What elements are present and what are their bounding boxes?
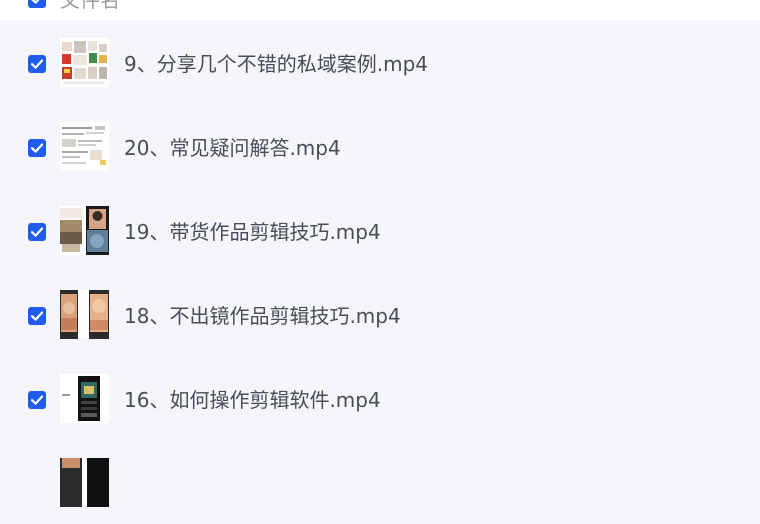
video-thumbnail-icon[interactable]: [60, 122, 109, 171]
checkmark-icon: [30, 311, 44, 321]
file-name[interactable]: 9、分享几个不错的私域案例.mp4: [124, 51, 428, 77]
video-thumbnail-icon[interactable]: [60, 206, 109, 255]
file-name[interactable]: 19、带货作品剪辑技巧.mp4: [124, 219, 381, 245]
file-row[interactable]: 9、分享几个不错的私域案例.mp4: [0, 20, 760, 104]
checkmark-icon: [30, 227, 44, 237]
video-thumbnail-icon[interactable]: [60, 38, 109, 87]
file-checkbox[interactable]: [28, 391, 46, 409]
column-header-filename: 文件名: [60, 0, 120, 12]
file-name[interactable]: 16、如何操作剪辑软件.mp4: [124, 387, 381, 413]
file-row[interactable]: 19、带货作品剪辑技巧.mp4: [0, 188, 760, 272]
checkmark-icon: [30, 59, 44, 69]
file-row[interactable]: 18、不出镜作品剪辑技巧.mp4: [0, 272, 760, 356]
file-checkbox[interactable]: [28, 139, 46, 157]
checkmark-icon: [30, 143, 44, 153]
video-thumbnail-icon[interactable]: [60, 374, 109, 423]
file-row[interactable]: 20、常见疑问解答.mp4: [0, 104, 760, 188]
file-row[interactable]: [0, 440, 760, 524]
file-list-header: 文件名: [0, 0, 760, 20]
file-name[interactable]: 18、不出镜作品剪辑技巧.mp4: [124, 303, 401, 329]
checkmark-icon: [30, 395, 44, 405]
video-thumbnail-icon[interactable]: [60, 290, 109, 339]
file-checkbox[interactable]: [28, 223, 46, 241]
file-name[interactable]: 20、常见疑问解答.mp4: [124, 135, 341, 161]
file-checkbox[interactable]: [28, 55, 46, 73]
checkmark-icon: [31, 0, 40, 4]
select-all-checkbox[interactable]: [28, 0, 46, 8]
video-thumbnail-icon[interactable]: [60, 458, 109, 507]
file-row[interactable]: 16、如何操作剪辑软件.mp4: [0, 356, 760, 440]
file-checkbox[interactable]: [28, 307, 46, 325]
